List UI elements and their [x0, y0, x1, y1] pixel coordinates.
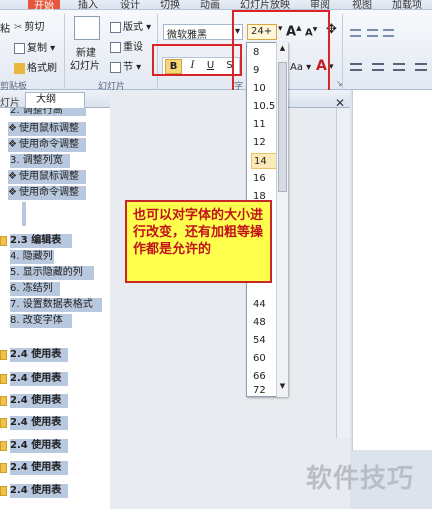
slide-icon: [0, 350, 7, 360]
ribbon-tab-bar: 开始 插入 设计 切换 动画 幻灯片放映 审阅 视图 加载项: [0, 0, 432, 12]
cut-label: 剪切: [24, 22, 45, 33]
selection-bar: [22, 202, 26, 226]
outline-slide-title[interactable]: 2.4 使用表: [10, 372, 68, 386]
outline-slide-title[interactable]: 2.3 编辑表: [10, 234, 72, 248]
align-left-icon[interactable]: [350, 63, 362, 71]
alignment-icons[interactable]: [350, 60, 432, 72]
tab-slides[interactable]: 灯片: [0, 94, 20, 109]
new-slide-icon[interactable]: [74, 16, 100, 40]
outline-line[interactable]: ❖ 使用命令调整: [8, 138, 86, 152]
format-highlight-box: [152, 44, 242, 76]
outline-slide-title[interactable]: 2.4 使用表: [10, 461, 68, 475]
outline-line[interactable]: 5. 显示隐藏的列: [10, 266, 94, 280]
outline-slide-title[interactable]: 2.4 使用表: [10, 484, 68, 498]
reset-label: 重设: [123, 42, 143, 53]
outline-line[interactable]: ❖ 使用鼠标调整: [8, 122, 86, 136]
outline-slide-title[interactable]: 2.4 使用表: [10, 439, 68, 453]
reset-button[interactable]: 重设: [110, 38, 143, 53]
diamond-bullet-icon: ❖: [8, 139, 17, 150]
copy-icon: [14, 42, 25, 54]
outline-line[interactable]: ❖ 使用鼠标调整: [8, 170, 86, 184]
layout-button[interactable]: 版式 ▾: [110, 18, 151, 33]
slide-icon: [0, 441, 7, 451]
outline-line[interactable]: 6. 冻结列: [10, 282, 60, 296]
outline-line[interactable]: 4. 隐藏列: [10, 250, 54, 264]
editor-area: [110, 90, 350, 509]
diamond-bullet-icon: ❖: [8, 123, 17, 134]
indent-icon[interactable]: [383, 29, 394, 37]
slide-icon: [0, 374, 7, 384]
divider: [342, 14, 343, 90]
justify-icon[interactable]: [414, 63, 427, 71]
outline-line[interactable]: 2. 调整行高: [10, 108, 86, 116]
copy-label: 复制: [27, 43, 47, 54]
slide-icon: [0, 396, 7, 406]
section-icon: [110, 61, 121, 73]
outline-line[interactable]: 8. 改变字体: [10, 314, 72, 328]
watermark-text: 软件技巧: [306, 464, 415, 494]
outline-slide-title[interactable]: 2.4 使用表: [10, 348, 68, 362]
paragraph-list-icons[interactable]: [350, 26, 410, 38]
outline-line-text: 3. 调整列宽: [10, 155, 63, 166]
annotation-callout: 也可以对字体的大小进行改变，还有加粗等操作都是允许的: [125, 200, 272, 283]
tab-outline[interactable]: 大纲: [25, 92, 85, 108]
outline-line-text: 使用鼠标调整: [18, 171, 79, 182]
numbering-icon[interactable]: [366, 29, 378, 37]
font-name-value: 微软雅黑: [167, 30, 207, 41]
outline-line[interactable]: 3. 调整列宽: [10, 154, 70, 168]
layout-label: 版式: [123, 22, 143, 33]
format-painter-button[interactable]: 格式刷: [14, 59, 57, 74]
outline-line-text: 使用鼠标调整: [18, 123, 79, 134]
scissors-icon: ✂: [14, 21, 23, 33]
brush-icon: [14, 62, 25, 74]
outline-pane[interactable]: 2. 调整行高 ❖ 使用鼠标调整 ❖ 使用命令调整 3. 调整列宽 ❖ 使用鼠标调整 …: [0, 108, 110, 509]
align-center-icon[interactable]: [371, 63, 384, 71]
section-button[interactable]: 节 ▾: [110, 58, 141, 73]
slide-icon: [0, 418, 7, 428]
tab-home[interactable]: 开始: [28, 0, 60, 12]
reset-icon: [110, 41, 121, 53]
align-right-icon[interactable]: [393, 63, 405, 71]
outline-slide-title[interactable]: 2.4 使用表: [10, 416, 68, 430]
outline-line-text: 2. 调整行高: [10, 108, 63, 116]
scrollbar-thumb[interactable]: [278, 62, 287, 192]
scroll-down-arrow-icon[interactable]: ▼: [278, 382, 287, 392]
slide-icon: [0, 236, 7, 246]
scroll-up-arrow-icon[interactable]: ▲: [278, 44, 287, 54]
cut-button[interactable]: ✂ 剪切: [14, 18, 45, 34]
layout-icon: [110, 21, 121, 33]
slide-icon: [0, 486, 7, 496]
diamond-bullet-icon: ❖: [8, 187, 17, 198]
outline-line-text: 使用命令调整: [18, 187, 79, 198]
outline-line-text: 使用命令调整: [18, 139, 79, 150]
dropdown-scrollbar[interactable]: ▲ ▼: [276, 42, 288, 397]
outline-slide-title[interactable]: 2.4 使用表: [10, 394, 68, 408]
slide-icon: [0, 463, 7, 473]
section-label: 节: [123, 62, 133, 73]
copy-button[interactable]: 复制 ▾: [14, 39, 55, 54]
divider: [64, 14, 65, 90]
paste-label[interactable]: 粘: [0, 20, 10, 35]
diamond-bullet-icon: ❖: [8, 171, 17, 182]
font-name-combobox[interactable]: 微软雅黑 ▾: [163, 24, 243, 41]
bullets-icon[interactable]: [350, 29, 361, 37]
outline-line[interactable]: ❖ 使用命令调整: [8, 186, 86, 200]
outline-line[interactable]: 7. 设置数据表格式: [10, 298, 102, 312]
pane-scrollbar[interactable]: [336, 108, 350, 438]
new-slide-label2[interactable]: 幻灯片: [70, 57, 100, 72]
format-painter-label: 格式刷: [27, 63, 57, 74]
slide-canvas[interactable]: [352, 90, 432, 450]
